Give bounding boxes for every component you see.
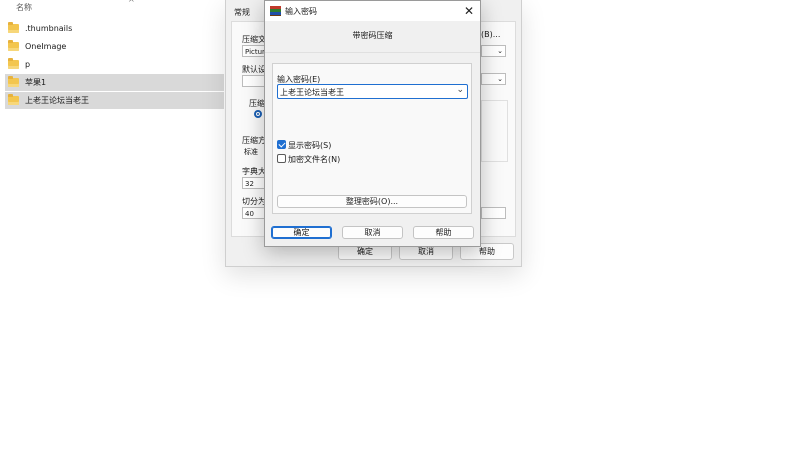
archive-options-group (481, 100, 508, 162)
archive-format-label: 压缩 (249, 99, 265, 108)
file-name: 上老王论坛当老王 (25, 96, 89, 105)
file-name: .thumbnails (25, 24, 73, 33)
chevron-down-icon[interactable]: ⌄ (456, 85, 464, 95)
archive-name-label: 压缩文 (242, 35, 266, 44)
file-list-item[interactable]: p (5, 56, 224, 73)
dictionary-size-label: 字典大 (242, 167, 266, 176)
file-list-item[interactable]: 苹果1 (5, 74, 224, 91)
title-bar[interactable]: 输入密码 ✕ (265, 1, 480, 21)
file-name: p (25, 60, 31, 69)
file-name: 苹果1 (25, 78, 47, 87)
column-header-name[interactable]: 名称 (16, 2, 32, 13)
update-mode-dropdown-tail[interactable]: ⌄ (481, 73, 506, 85)
folder-icon (8, 58, 19, 69)
folder-icon (8, 76, 19, 87)
format-radio[interactable] (254, 110, 262, 118)
winrar-books-icon (270, 6, 281, 16)
default-profile-label: 默认设 (242, 65, 266, 74)
ok-button[interactable]: 确定 (271, 226, 332, 239)
show-password-checkbox[interactable] (277, 140, 286, 149)
chevron-down-icon: ⌄ (497, 75, 503, 83)
file-list-item[interactable]: .thumbnails (5, 20, 224, 37)
split-units-tail[interactable] (481, 207, 506, 219)
divider (265, 52, 480, 53)
help-button[interactable]: 帮助 (413, 226, 474, 239)
show-password-label[interactable]: 显示密码(S) (288, 140, 331, 151)
file-list-item[interactable]: OneImage (5, 38, 224, 55)
file-list-item[interactable]: 上老王论坛当老王 (5, 92, 224, 109)
folder-icon (8, 22, 19, 33)
password-input[interactable]: 上老王论坛当老王 ⌄ (277, 84, 468, 99)
encrypt-filenames-label[interactable]: 加密文件名(N) (288, 154, 340, 165)
archive-name-dropdown-tail[interactable]: ⌄ (481, 45, 506, 57)
tab-general[interactable]: 常规 (234, 7, 250, 18)
split-volumes-label: 切分为 (242, 197, 266, 206)
dialog-title: 输入密码 (285, 7, 317, 16)
folder-icon (8, 40, 19, 51)
encrypt-filenames-checkbox[interactable] (277, 154, 286, 163)
file-name: OneImage (25, 42, 67, 51)
organize-passwords-button[interactable]: 整理密码(O)... (277, 195, 467, 208)
sort-up-icon: ^ (128, 0, 135, 7)
compression-method-label: 压缩方 (242, 136, 266, 145)
dialog-subtitle: 带密码压缩 (352, 31, 393, 40)
folder-icon (8, 94, 19, 105)
cancel-button[interactable]: 取消 (342, 226, 403, 239)
chevron-down-icon: ⌄ (497, 47, 503, 55)
enter-password-dialog: 输入密码 ✕ 带密码压缩 输入密码(E) 上老王论坛当老王 ⌄ 显示密码(S) … (264, 0, 481, 247)
browse-button-partial[interactable]: (B)... (481, 30, 500, 39)
password-value: 上老王论坛当老王 (280, 88, 344, 97)
close-icon[interactable]: ✕ (461, 3, 477, 19)
